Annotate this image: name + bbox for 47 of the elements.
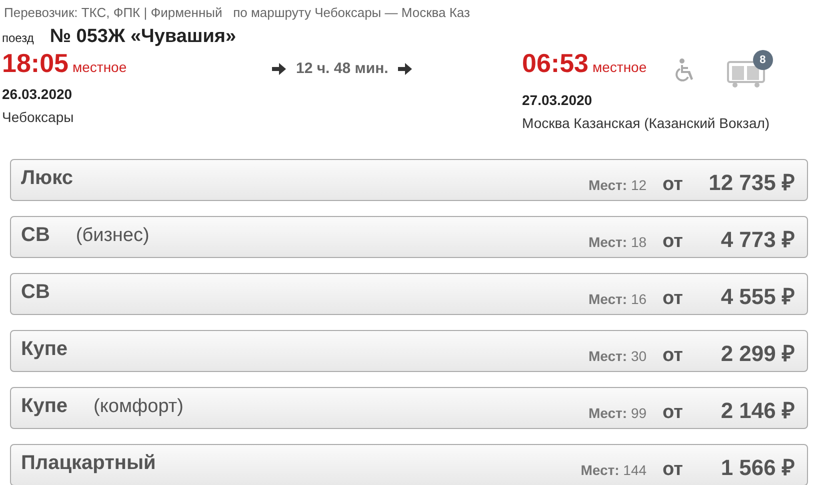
seats-count: Мест: 12 xyxy=(588,177,647,193)
seats-count: Мест: 16 xyxy=(588,291,647,307)
seats-count: Мест: 144 xyxy=(580,462,647,478)
class-row[interactable]: Плацкартный Мест: 144 от 1 566 ₽ xyxy=(10,444,808,485)
station-name: Москва Казанская (Казанский Вокзал) xyxy=(522,114,770,132)
station-name: Чебоксары xyxy=(2,108,75,126)
class-name: Купе xyxy=(21,338,68,360)
arrow-icon xyxy=(398,62,412,74)
arrow-icon xyxy=(272,62,286,74)
class-subtitle: (бизнес) xyxy=(76,224,150,246)
price: 2 299 ₽ xyxy=(720,340,795,367)
seats-count: Мест: 99 xyxy=(588,405,647,421)
class-name: Плацкартный xyxy=(21,452,156,474)
class-row[interactable]: Люкс Мест: 12 от 12 735 ₽ xyxy=(10,159,808,201)
price-prefix: от xyxy=(662,345,683,367)
price-prefix: от xyxy=(662,174,683,196)
time-note: местное xyxy=(592,58,647,77)
price-prefix: от xyxy=(662,231,683,253)
train-label: поезд xyxy=(2,31,34,45)
seats-count: Мест: 18 xyxy=(588,234,647,250)
train-name: № 053Ж «Чувашия» xyxy=(50,26,236,48)
time: 06:53 xyxy=(522,48,588,78)
price: 2 146 ₽ xyxy=(720,397,795,424)
duration: 12 ч. 48 мин. xyxy=(296,60,388,77)
class-row[interactable]: Купе (комфорт) Мест: 99 от 2 146 ₽ xyxy=(10,387,808,429)
time: 18:05 xyxy=(2,48,68,78)
class-name: Люкс xyxy=(21,166,73,190)
price-prefix: от xyxy=(662,459,683,481)
price: 12 735 ₽ xyxy=(708,169,795,196)
class-name: СВ xyxy=(21,224,50,246)
class-subtitle: (комфорт) xyxy=(94,396,184,418)
class-row[interactable]: СВ Мест: 16 от 4 555 ₽ xyxy=(10,273,808,315)
time-note: местное xyxy=(72,58,127,77)
date: 26.03.2020 xyxy=(2,85,74,103)
class-name: СВ xyxy=(21,280,50,304)
price: 1 566 ₽ xyxy=(720,454,795,481)
date: 27.03.2020 xyxy=(522,91,594,109)
class-name: Купе xyxy=(21,394,68,418)
price: 4 555 ₽ xyxy=(720,283,795,310)
price-prefix: от xyxy=(662,288,683,310)
count-badge: 8 xyxy=(752,50,773,70)
price: 4 773 ₽ xyxy=(720,226,795,253)
carrier-info: Перевозчик: ТКС, ФПК | Фирменный по маршруту Чебоксары — Москва Каз xyxy=(4,4,471,22)
seats-count: Мест: 30 xyxy=(588,348,647,364)
class-row[interactable]: Купе Мест: 30 от 2 299 ₽ xyxy=(10,330,808,372)
price-prefix: от xyxy=(662,402,683,424)
class-row[interactable]: СВ (бизнес) Мест: 18 от 4 773 ₽ xyxy=(10,216,808,258)
